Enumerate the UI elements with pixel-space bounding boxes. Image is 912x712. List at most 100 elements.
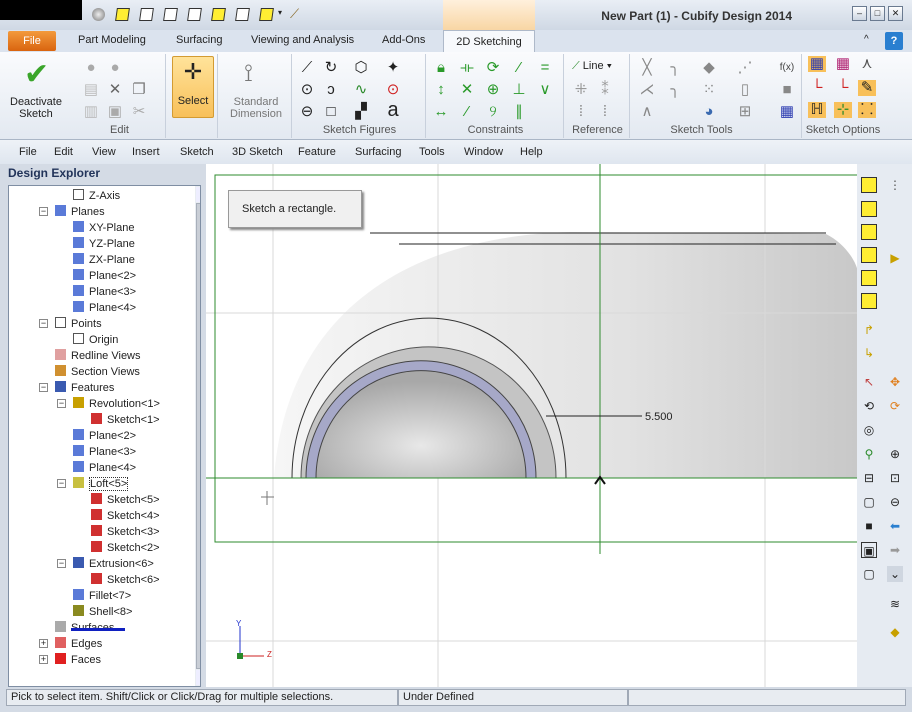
expand-icon[interactable]: + <box>39 655 48 664</box>
snap-grid-icon[interactable]: ▦ <box>834 56 852 72</box>
tree-item[interactable]: Section Views <box>55 365 140 378</box>
convert-icon[interactable]: ◕ <box>700 104 718 120</box>
zoom-fit-icon[interactable]: ⊟ <box>861 470 877 486</box>
customize-icon[interactable]: ⟋ <box>290 6 299 22</box>
menu-feature[interactable]: Feature <box>298 146 336 158</box>
quick-save-icon[interactable] <box>163 8 178 21</box>
tree-item[interactable]: ZX-Plane <box>73 253 135 266</box>
hidden-line-icon[interactable]: ▢ <box>861 566 877 582</box>
tree-item[interactable]: XY-Plane <box>73 221 134 234</box>
tree-item[interactable]: Planes <box>55 205 105 218</box>
auto-constrain-icon[interactable]: └ <box>834 80 852 96</box>
scissors-icon[interactable]: ✂ <box>130 104 148 120</box>
select-button[interactable]: ✛ Select <box>172 56 214 118</box>
tree-item[interactable]: Shell<8> <box>73 605 132 618</box>
tab-2d-sketching[interactable]: 2D Sketching <box>443 30 535 53</box>
tree-item[interactable]: Plane<4> <box>73 301 136 314</box>
fx-icon[interactable]: f(x) <box>778 60 796 76</box>
menu-insert[interactable]: Insert <box>132 146 160 158</box>
paste-icon[interactable]: ▤ <box>82 82 100 98</box>
shaded-edges-icon[interactable]: ▣ <box>861 542 877 558</box>
scroll-up-icon[interactable]: ▲ <box>196 187 200 202</box>
view-bottom-icon[interactable] <box>861 270 877 286</box>
deactivate-sketch-button[interactable]: Deactivate Sketch <box>6 96 66 120</box>
coincident-icon[interactable]: ⁄ <box>458 104 476 120</box>
tree-item[interactable]: Loft<5> <box>73 477 129 491</box>
zoom-window-icon[interactable]: ⊡ <box>887 470 903 486</box>
extend-icon[interactable]: ⋌ <box>638 82 656 98</box>
dim-display-icon[interactable]: ✎ <box>858 80 876 96</box>
tree-item[interactable]: Sketch<4> <box>91 509 160 522</box>
tree-item[interactable]: Z-Axis <box>73 189 120 202</box>
quick-view2-icon[interactable] <box>211 8 226 21</box>
point-icon[interactable]: ✦ <box>384 60 402 76</box>
trim-icon[interactable]: ╳ <box>638 60 656 76</box>
menu-edit[interactable]: Edit <box>54 146 73 158</box>
intersect-icon[interactable]: ✕ <box>458 82 476 98</box>
tree-item[interactable]: Sketch<1> <box>91 413 160 426</box>
scroll-thumb[interactable] <box>196 203 200 669</box>
previous-view-icon[interactable]: ⬅ <box>887 518 903 534</box>
menu-3d-sketch[interactable]: 3D Sketch <box>232 146 283 158</box>
tree-item[interactable]: Redline Views <box>55 349 141 362</box>
tree-item[interactable]: Features <box>55 381 114 394</box>
restore-button[interactable]: □ <box>870 6 885 21</box>
quick-view-icon[interactable] <box>187 8 202 21</box>
tangent-arc-icon[interactable]: ↄ <box>322 82 340 98</box>
tree-item[interactable]: Sketch<5> <box>91 493 160 506</box>
scroll-down-icon[interactable]: ▼ <box>196 670 200 685</box>
graphics-viewport[interactable]: 5.500 Y Z <box>206 164 876 688</box>
vertical-icon[interactable]: ↕ <box>432 82 450 98</box>
minimize-button[interactable]: – <box>852 6 867 21</box>
fillet-icon[interactable]: ╮ <box>666 60 684 76</box>
option2-icon[interactable]: ⊹ <box>834 102 852 118</box>
ref-point-icon[interactable]: ⁜ <box>572 82 590 98</box>
collapse-icon[interactable]: − <box>57 479 66 488</box>
line-icon[interactable]: ⟋ <box>298 60 316 76</box>
rotate-icon[interactable]: ⟳ <box>887 398 903 414</box>
on-curve-icon[interactable]: ୨ <box>484 104 502 120</box>
shaded-icon[interactable]: ■ <box>861 518 877 534</box>
tab-file[interactable]: File <box>8 31 56 51</box>
copy-icon[interactable]: ❐ <box>130 82 148 98</box>
circle-icon[interactable]: ⊙ <box>298 82 316 98</box>
tree-item[interactable]: YZ-Plane <box>73 237 135 250</box>
standard-dimension-button[interactable]: Standard Dimension <box>224 96 288 120</box>
expand-toolbar-icon[interactable]: ⌄ <box>887 566 903 582</box>
expand-icon[interactable]: + <box>39 639 48 648</box>
tree-item[interactable]: Revolution<1> <box>73 397 160 410</box>
collapse-ribbon-icon[interactable]: ^ <box>864 34 869 45</box>
tree-scrollbar[interactable]: ▲ ▼ <box>195 186 200 686</box>
undo-icon[interactable]: ● <box>82 60 100 76</box>
spin-icon[interactable]: ⟲ <box>861 398 877 414</box>
collapse-icon[interactable]: − <box>39 207 48 216</box>
tree-item[interactable]: Fillet<7> <box>73 589 131 602</box>
offset-icon[interactable]: ◆ <box>700 60 718 76</box>
collapse-icon[interactable]: − <box>57 399 66 408</box>
zoom-icon[interactable]: ⚲ <box>861 446 877 462</box>
tree-item[interactable]: Points <box>55 317 102 330</box>
concentric-icon[interactable]: ⊕ <box>484 82 502 98</box>
tree-item[interactable]: Faces <box>55 653 101 666</box>
quick-view3-icon[interactable] <box>235 8 250 21</box>
tangent-icon[interactable]: ⟳ <box>484 60 502 76</box>
tree-item[interactable]: Plane<2> <box>73 269 136 282</box>
break-icon[interactable]: ∧ <box>638 104 656 120</box>
dimension-value[interactable]: 5.500 <box>645 411 673 423</box>
redo-icon[interactable]: ● <box>106 60 124 76</box>
close-button[interactable]: ✕ <box>888 6 903 21</box>
pattern-icon[interactable]: ⁙ <box>700 82 718 98</box>
ref-dist-icon[interactable]: ⁞ <box>572 104 590 120</box>
tab-add-ons[interactable]: Add-Ons <box>382 34 425 46</box>
symmetric-icon[interactable]: ⟛ <box>458 60 476 76</box>
circle-center-icon[interactable]: ⊖ <box>298 104 316 120</box>
spline-icon[interactable]: ∿ <box>352 82 370 98</box>
menu-window[interactable]: Window <box>464 146 503 158</box>
ref-point2-icon[interactable]: ⁑ <box>596 82 614 98</box>
look-at-icon[interactable]: ◎ <box>861 422 877 438</box>
constraint-display-icon[interactable]: └ <box>808 80 826 96</box>
delete-icon[interactable]: ✕ <box>106 82 124 98</box>
option1-icon[interactable]: ℍ <box>808 102 826 118</box>
properties-icon[interactable]: ▣ <box>106 104 124 120</box>
quick-dropdown-icon[interactable]: ▾ <box>278 8 282 17</box>
